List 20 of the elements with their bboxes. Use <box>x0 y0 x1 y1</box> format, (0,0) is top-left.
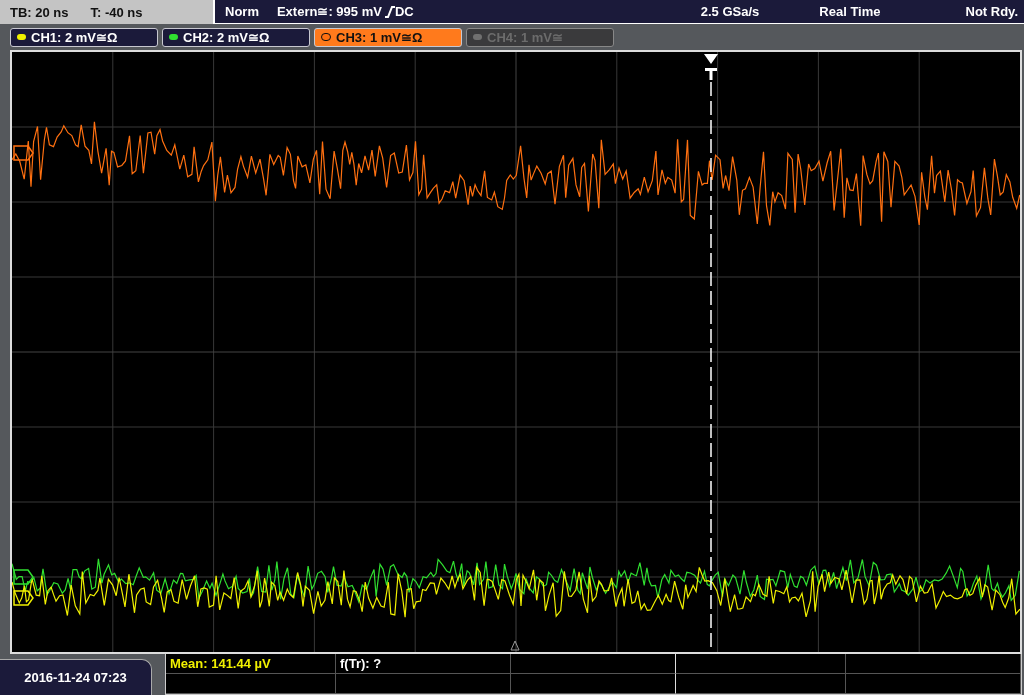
ground-marker-icon <box>510 640 520 651</box>
measurement-readout: Mean: 141.44 µV <box>170 656 271 671</box>
rising-edge-icon <box>384 5 395 18</box>
channel-marker-icon <box>13 145 34 161</box>
measurement-readout: f(Tr): ? <box>340 656 382 671</box>
acquisition-status: Not Rdy. <box>965 4 1018 19</box>
channel-tab[interactable]: CH2: 2 mV≅Ω <box>162 27 310 47</box>
acquisition-mode: Real Time <box>819 4 881 19</box>
trigger-source: Extern≅: 995 mV <box>276 4 382 19</box>
trigger-mode: Norm <box>225 4 259 19</box>
trigger-coupling: DC <box>394 4 414 19</box>
timebase-readout: TB: 20 ns <box>10 4 69 20</box>
trigger-time-readout: T: -40 ns <box>90 4 143 20</box>
trigger-marker-icon <box>704 54 718 80</box>
channel-marker-icon <box>13 590 34 606</box>
channel-marker-icon <box>13 569 34 585</box>
channel-tab[interactable]: CH1: 2 mV≅Ω <box>10 27 158 47</box>
date-time: 2016-11-24 07:23 <box>0 659 152 695</box>
sample-rate: 2.5 GSa/s <box>700 4 760 19</box>
channel-tab[interactable]: CH3: 1 mV≅Ω <box>314 27 462 47</box>
